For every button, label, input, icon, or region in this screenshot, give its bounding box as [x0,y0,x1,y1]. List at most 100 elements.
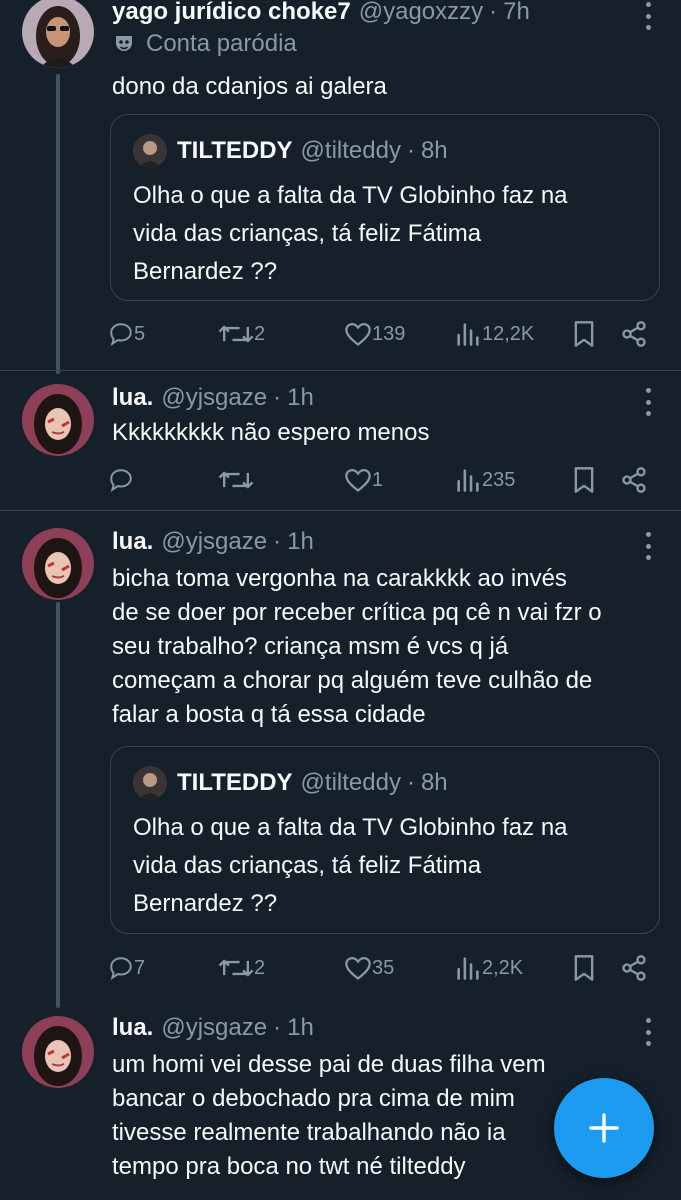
views-button[interactable]: 235 [454,462,515,498]
separator-dot: · [406,137,415,164]
tweet-text: Kkkkkkkkk não espero menos [112,419,430,446]
display-name[interactable]: lua. [112,1014,153,1042]
parody-mask-icon [112,32,136,56]
reply-count: 7 [134,956,146,979]
like-button[interactable]: 1 [344,462,383,498]
like-button[interactable]: 35 [344,950,394,986]
heart-icon [344,467,372,493]
quote-avatar [133,134,167,168]
reply-icon [108,467,134,493]
views-button[interactable]: 12,2K [454,316,534,352]
quote-handle: @tilteddy [300,137,401,164]
retweet-icon [218,321,254,347]
display-name[interactable]: yago jurídico choke7 [112,0,351,26]
compose-button[interactable] [554,1078,654,1178]
retweet-icon [218,467,254,493]
quote-header: TILTEDDY @tilteddy · 8h [133,133,448,169]
retweet-button[interactable]: 2 [218,316,265,352]
parody-text: Conta paródia [146,30,297,57]
retweet-icon [218,955,254,981]
display-name[interactable]: lua. [112,528,153,556]
more-options-icon[interactable] [641,1018,655,1046]
view-count: 2,2K [482,956,524,979]
bookmark-icon[interactable] [572,462,596,498]
plus-icon [589,1113,619,1143]
quote-line: vida das crianças, tá feliz Fátima [133,852,482,879]
reply-icon [108,955,134,981]
timestamp[interactable]: 1h [287,1014,314,1042]
text-line: bicha toma vergonha na carakkkk ao invés [112,565,567,592]
timestamp[interactable]: 1h [287,384,314,412]
separator-dot: · [273,1014,282,1041]
timestamp[interactable]: 1h [287,528,314,556]
quote-header: TILTEDDY @tilteddy · 8h [133,765,448,801]
quote-line: vida das crianças, tá feliz Fátima [133,220,482,247]
tweet-header: lua. @yjsgaze · 1h [112,382,621,414]
thread-line [56,74,60,374]
quote-line: Bernardez ?? [133,890,278,917]
tweet-2[interactable]: lua. @yjsgaze · 1h Kkkkkkkkk não espero … [0,370,681,510]
views-icon [454,955,482,981]
thread-line [56,602,60,1008]
tweet-text: bicha toma vergonha na carakkkk ao invés… [112,562,659,732]
text-line: falar a bosta q tá essa cidade [112,701,426,728]
separator-dot: · [273,384,282,411]
bookmark-icon[interactable] [572,950,596,986]
like-count: 35 [372,956,395,979]
like-count: 139 [372,322,406,345]
reply-button[interactable] [108,462,134,498]
quote-line: Bernardez ?? [133,258,278,285]
separator-dot: · [489,0,498,25]
tweet-1[interactable]: yago jurídico choke7 @yagoxzzy · 7h Cont… [0,0,681,374]
handle[interactable]: @yjsgaze [161,384,267,412]
tweet-3[interactable]: lua. @yjsgaze · 1h bicha toma vergonha n… [0,510,681,1008]
quote-display-name: TILTEDDY [177,769,293,796]
avatar[interactable] [22,384,94,456]
tweet-text: dono da cdanjos ai galera [112,73,387,100]
views-icon [454,321,482,347]
retweet-button[interactable] [218,462,254,498]
reply-icon [108,321,134,347]
handle[interactable]: @yjsgaze [161,528,267,556]
like-button[interactable]: 139 [344,316,405,352]
quote-avatar [133,766,167,800]
quoted-tweet[interactable]: TILTEDDY @tilteddy · 8h Olha o que a fal… [110,114,660,301]
share-icon[interactable] [620,462,648,498]
quote-line: Olha o que a falta da TV Globinho faz na [133,814,568,841]
quoted-tweet[interactable]: TILTEDDY @tilteddy · 8h Olha o que a fal… [110,746,660,934]
action-bar: 5 2 139 12,2K [108,316,656,352]
quote-text: Olha o que a falta da TV Globinho faz na… [133,809,641,923]
parody-label: Conta paródia [112,30,297,58]
retweet-button[interactable]: 2 [218,950,265,986]
quote-timestamp: 8h [420,137,448,164]
handle[interactable]: @yagoxzzy [359,0,483,26]
display-name[interactable]: lua. [112,384,153,412]
quote-timestamp: 8h [420,769,448,796]
views-button[interactable]: 2,2K [454,950,523,986]
reply-count: 5 [134,322,146,345]
avatar[interactable] [22,1016,94,1088]
quote-text: Olha o que a falta da TV Globinho faz na… [133,177,641,291]
separator-dot: · [273,528,282,555]
share-icon[interactable] [620,316,648,352]
more-options-icon[interactable] [641,2,655,30]
tweet-header: lua. @yjsgaze · 1h [112,526,621,558]
timestamp[interactable]: 7h [503,0,530,26]
share-icon[interactable] [620,950,648,986]
handle[interactable]: @yjsgaze [161,1014,267,1042]
more-options-icon[interactable] [641,388,655,416]
view-count: 235 [482,468,516,491]
bookmark-icon[interactable] [572,316,596,352]
action-bar: 1 235 [108,462,656,498]
quote-handle: @tilteddy [300,769,401,796]
retweet-count: 2 [254,322,266,345]
reply-button[interactable]: 5 [108,316,145,352]
text-line: um homi vei desse pai de duas filha vem [112,1051,546,1078]
text-line: de se doer por receber crítica pq cê n v… [112,599,602,626]
avatar[interactable] [22,528,94,600]
quote-display-name: TILTEDDY [177,137,293,164]
avatar[interactable] [22,0,94,68]
more-options-icon[interactable] [641,532,655,560]
reply-button[interactable]: 7 [108,950,145,986]
views-icon [454,467,482,493]
